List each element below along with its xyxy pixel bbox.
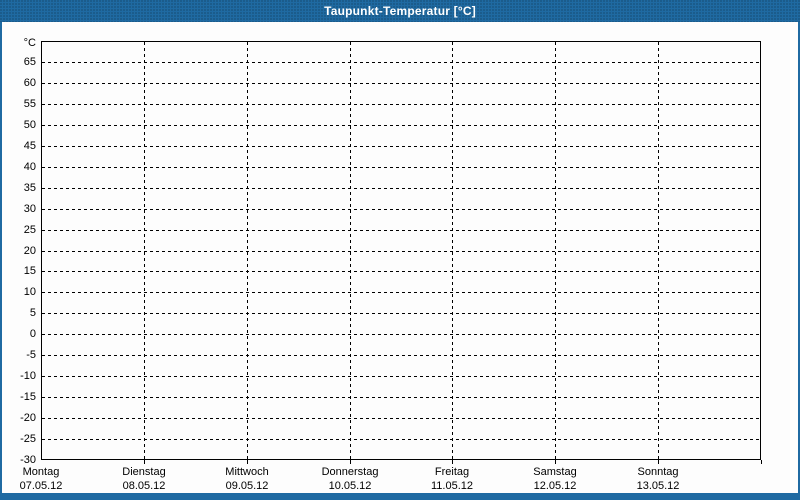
chart-window: Taupunkt-Temperatur [°C] °C 65 60 55 50 45 40… [0,0,800,500]
y-tick-label: 35 [23,182,36,194]
y-axis-unit-label: °C [23,37,36,49]
x-date-label: 13.05.12 [636,480,680,492]
x-day-label: Dienstag [122,466,166,478]
h-gridline [42,292,760,293]
x-date-label: 09.05.12 [225,480,269,492]
v-gridline [555,42,556,459]
y-tick-label: 20 [23,245,36,257]
x-tick-mark [144,460,145,464]
y-tick-label: 15 [23,265,36,277]
y-tick-label: 55 [23,98,36,110]
y-tick-label: -5 [26,349,36,361]
x-date-label: 12.05.12 [533,480,577,492]
h-gridline [42,188,760,189]
v-gridline [144,42,145,459]
h-gridline [42,125,760,126]
h-gridline [42,230,760,231]
v-gridline [350,42,351,459]
x-day-label: Sonntag [637,466,679,478]
h-gridline [42,334,760,335]
chart-area: °C 65 60 55 50 45 40 35 30 25 20 15 10 5 0 -5 -10 -15 -20… [0,22,800,493]
y-tick-label: -15 [20,391,36,403]
h-gridline [42,418,760,419]
v-gridline [658,42,659,459]
x-date-label: 10.05.12 [328,480,372,492]
h-gridline [42,271,760,272]
h-gridline [42,251,760,252]
y-tick-label: 30 [23,203,36,215]
x-day-label: Freitag [434,466,470,478]
x-day-label: Samstag [533,466,577,478]
y-tick-label: 0 [29,328,36,340]
v-gridline [452,42,453,459]
x-tick-mark [761,460,762,464]
x-date-label: 07.05.12 [19,480,63,492]
x-day-label: Mittwoch [225,466,269,478]
h-gridline [42,146,760,147]
x-tick-mark [555,460,556,464]
y-tick-label: 45 [23,140,36,152]
x-date-label: 11.05.12 [430,480,473,492]
h-gridline [42,376,760,377]
x-date-label: 08.05.12 [122,480,166,492]
bottom-bar [0,493,800,500]
x-tick-mark [452,460,453,464]
x-day-label: Montag [22,466,60,478]
h-gridline [42,397,760,398]
x-tick-mark [350,460,351,464]
y-tick-label: 60 [23,77,36,89]
y-tick-label: -10 [20,370,36,382]
h-gridline [42,104,760,105]
y-tick-label: 50 [23,119,36,131]
y-tick-label: -25 [20,433,36,445]
h-gridline [42,439,760,440]
x-day-label: Donnerstag [321,466,379,478]
x-tick-mark [247,460,248,464]
y-tick-label: 40 [23,161,36,173]
title-bar: Taupunkt-Temperatur [°C] [0,0,800,22]
h-gridline [42,62,760,63]
v-gridline [247,42,248,459]
h-gridline [42,313,760,314]
h-gridline [42,355,760,356]
y-tick-label: -30 [20,454,36,466]
x-tick-mark [658,460,659,464]
y-tick-label: 5 [29,307,36,319]
h-gridline [42,209,760,210]
chart-title: Taupunkt-Temperatur [°C] [324,4,476,18]
y-tick-label: -20 [20,412,36,424]
h-gridline [42,83,760,84]
y-tick-label: 25 [23,224,36,236]
y-tick-label: 10 [23,286,36,298]
h-gridline [42,167,760,168]
window-border-left [0,22,2,500]
y-tick-label: 65 [23,56,36,68]
